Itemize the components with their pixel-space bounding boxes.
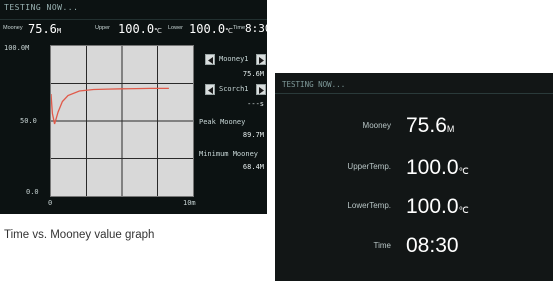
upper-temp-row-label: UpperTemp. [347, 162, 391, 171]
mooney-row-label: Mooney [362, 121, 391, 130]
upper-temp-row-unit: ℃ [458, 166, 469, 176]
graph-caption: Time vs. Mooney value graph [4, 229, 155, 241]
minimum-mooney-label: Minimum Mooney [199, 150, 259, 158]
mooney-channel-value: 75.6M [242, 70, 264, 78]
arrow-right-icon [259, 87, 264, 94]
lower-value-number: 100.0 [189, 22, 226, 36]
mooney-graph-svg [51, 46, 193, 196]
mooney-channel-label: Mooney1 [219, 55, 249, 63]
y-tick-top: 100.0M [4, 44, 30, 52]
lower-temp-row-label: LowerTemp. [347, 201, 391, 210]
mooney-next-button[interactable] [256, 54, 266, 65]
x-tick-start: 0 [48, 199, 53, 207]
status-text: TESTING NOW... [282, 80, 346, 89]
status-text: TESTING NOW... [4, 3, 79, 12]
peak-mooney-value: 89.7M [242, 131, 264, 139]
mooney-unit: M [56, 27, 62, 35]
upper-temp-row-number: 100.0 [406, 156, 459, 179]
mooney-row-unit: M [446, 124, 455, 134]
lower-temp-row-unit: ℃ [458, 205, 469, 215]
readout-screen: TESTING NOW... Mooney 75.6M UpperTemp. 1… [275, 73, 553, 281]
arrow-left-icon [208, 87, 213, 94]
scorch-channel-value: ---s [247, 100, 264, 108]
mooney-value: 75.6M [28, 22, 61, 36]
divider [275, 93, 553, 94]
mooney-curve-series-0 [51, 87, 169, 125]
y-tick-mid: 50.0 [20, 117, 37, 125]
mooney-row-value: 75.6M [406, 114, 454, 138]
mooney-value-number: 75.6 [28, 22, 57, 36]
minimum-mooney-value: 68.4M [242, 163, 264, 171]
lower-value: 100.0℃ [189, 22, 233, 36]
time-row-value: 08:30 [406, 234, 459, 257]
upper-value-number: 100.0 [118, 22, 155, 36]
arrow-left-icon [208, 57, 213, 64]
upper-unit: ℃ [154, 27, 162, 35]
arrow-right-icon [259, 57, 264, 64]
upper-label: Upper [95, 25, 110, 31]
scorch-channel-label: Scorch1 [219, 85, 249, 93]
lower-label: Lower [168, 25, 183, 31]
mooney-graph-screen: TESTING NOW... Mooney 75.6M Upper 100.0℃… [0, 0, 267, 214]
lower-unit: ℃ [225, 27, 233, 35]
mooney-row-number: 75.6 [406, 114, 447, 137]
readout-bar: Mooney 75.6M Upper 100.0℃ Lower 100.0℃ T… [0, 19, 267, 38]
mooney-prev-button[interactable] [205, 54, 215, 65]
time-value: 8:30 [245, 22, 267, 35]
time-label: Time [233, 25, 246, 31]
scorch-prev-button[interactable] [205, 84, 215, 95]
scorch-next-button[interactable] [256, 84, 266, 95]
time-row-label: Time [373, 241, 391, 250]
mooney-label: Mooney [3, 25, 23, 31]
lower-temp-row-number: 100.0 [406, 195, 459, 218]
upper-value: 100.0℃ [118, 22, 162, 36]
x-tick-end: 10m [183, 199, 196, 207]
mooney-graph [50, 45, 194, 197]
peak-mooney-label: Peak Mooney [199, 118, 246, 126]
lower-temp-row-value: 100.0℃ [406, 195, 469, 219]
upper-temp-row-value: 100.0℃ [406, 156, 469, 180]
y-tick-bottom: 0.0 [26, 188, 39, 196]
